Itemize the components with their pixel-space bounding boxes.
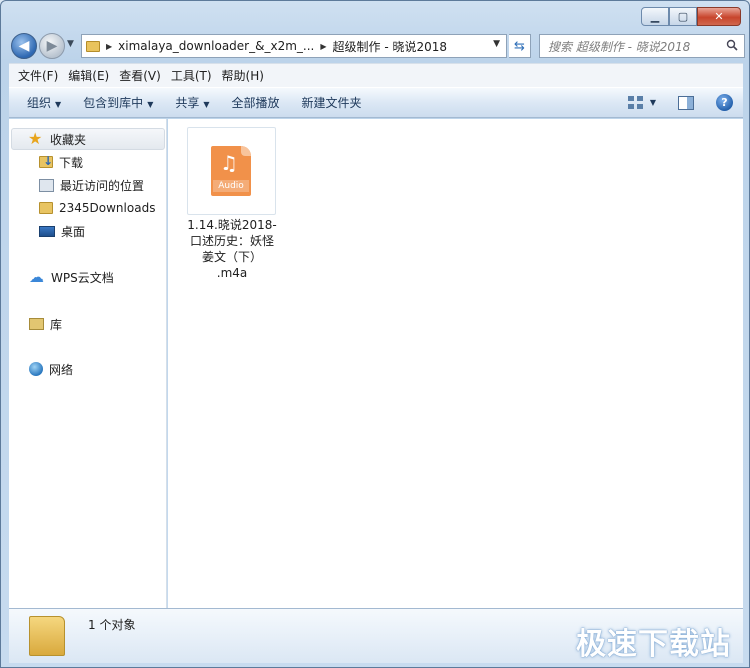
menu-edit[interactable]: 编辑(E) <box>63 67 114 84</box>
chevron-down-icon: ▼ <box>203 100 210 109</box>
address-bar[interactable]: ▶ ximalaya_downloader_&_x2m_... ▶ 超级制作 -… <box>81 34 507 58</box>
nav-2345downloads-label: 2345Downloads <box>59 201 156 215</box>
file-name[interactable]: 1.14.晓说2018- 口述历史：妖怪 姜文（下） .m4a <box>182 217 282 281</box>
play-all-button[interactable]: 全部播放 <box>224 94 288 111</box>
status-bar: 1 个对象 极速下载站 <box>9 608 743 663</box>
address-dropdown-icon[interactable]: ▼ <box>493 39 500 49</box>
desktop-icon <box>39 225 55 237</box>
back-button[interactable]: ◀ <box>11 33 37 59</box>
share-button[interactable]: 共享 ▼ <box>167 94 217 111</box>
downloads-folder-icon <box>39 154 53 168</box>
preview-pane-icon[interactable] <box>678 95 694 110</box>
forward-button[interactable]: ▶ <box>39 33 65 59</box>
include-library-button[interactable]: 包含到库中 ▼ <box>75 94 161 111</box>
recent-places-icon <box>39 178 54 192</box>
file-item[interactable]: ♫ Audio <box>187 127 276 215</box>
file-list: ♫ Audio 1.14.晓说2018- 口述历史：妖怪 姜文（下） .m4a <box>168 119 743 608</box>
folder-icon <box>39 202 53 214</box>
nav-desktop[interactable]: 桌面 <box>39 222 85 240</box>
nav-network-label: 网络 <box>49 362 74 377</box>
nav-favorites[interactable]: ★ 收藏夹 <box>11 128 165 150</box>
nav-desktop-label: 桌面 <box>61 224 86 239</box>
command-bar: 组织 ▼ 包含到库中 ▼ 共享 ▼ 全部播放 新建文件夹 ▼ ? <box>9 87 743 118</box>
explorer-window: ▁ ▢ ✕ ◀ ▶ ▼ ▶ ximalaya_downloader_&_x2m_… <box>0 0 750 668</box>
menu-file[interactable]: 文件(F) <box>13 67 63 84</box>
menu-tools[interactable]: 工具(T) <box>166 67 217 84</box>
file-name-line: .m4a <box>216 266 248 280</box>
audio-icon-label: Audio <box>218 181 244 191</box>
view-options-dropdown-icon[interactable]: ▼ <box>650 98 656 107</box>
crumb-separator-icon[interactable]: ▶ <box>106 42 112 51</box>
nav-recent-label: 最近访问的位置 <box>60 178 145 193</box>
network-icon <box>29 362 43 376</box>
change-view-icon[interactable] <box>627 95 644 110</box>
close-button[interactable]: ✕ <box>697 7 741 26</box>
help-icon[interactable]: ? <box>716 94 733 111</box>
menu-help[interactable]: 帮助(H) <box>217 67 269 84</box>
nav-library[interactable]: 库 <box>29 315 62 333</box>
cloud-icon: ☁ <box>29 268 44 286</box>
chevron-down-icon: ▼ <box>55 100 62 109</box>
nav-2345downloads[interactable]: 2345Downloads <box>39 199 155 217</box>
folder-icon <box>29 616 65 656</box>
nav-downloads[interactable]: 下载 <box>39 153 83 171</box>
search-placeholder: 搜索 超级制作 - 晓说2018 <box>548 39 691 54</box>
nav-library-label: 库 <box>50 317 63 332</box>
file-name-line: 1.14.晓说2018- <box>187 218 277 232</box>
nav-recent-places[interactable]: 最近访问的位置 <box>39 176 144 194</box>
audio-file-icon: ♫ Audio <box>211 146 251 196</box>
organize-label: 组织 <box>27 96 52 110</box>
crumb-separator-icon[interactable]: ▶ <box>320 42 326 51</box>
menu-bar: 文件(F) 编辑(E) 查看(V) 工具(T) 帮助(H) <box>9 63 743 87</box>
star-icon: ★ <box>28 129 43 148</box>
navigation-pane: ★ 收藏夹 下载 最近访问的位置 2345Downloads 桌面 ☁ WPS云… <box>9 119 167 608</box>
new-folder-button[interactable]: 新建文件夹 <box>294 94 370 111</box>
search-input[interactable]: 搜索 超级制作 - 晓说2018 <box>539 34 745 58</box>
recent-pages-dropdown[interactable]: ▼ <box>67 39 74 49</box>
share-label: 共享 <box>175 96 200 110</box>
menu-view[interactable]: 查看(V) <box>114 67 166 84</box>
library-icon <box>29 318 44 330</box>
refresh-button[interactable]: ⇆ <box>509 34 531 58</box>
nav-wps-cloud[interactable]: ☁ WPS云文档 <box>29 268 114 286</box>
nav-network[interactable]: 网络 <box>29 360 73 378</box>
include-library-label: 包含到库中 <box>83 96 144 110</box>
item-count: 1 个对象 <box>88 618 136 632</box>
nav-favorites-label: 收藏夹 <box>50 132 87 147</box>
maximize-button[interactable]: ▢ <box>669 7 697 26</box>
minimize-button[interactable]: ▁ <box>641 7 669 26</box>
watermark-logo: 极速下载站 <box>576 627 731 662</box>
caption-buttons: ▁ ▢ ✕ <box>641 7 741 26</box>
view-controls: ▼ ? <box>627 94 733 111</box>
folder-icon <box>86 40 100 52</box>
search-icon[interactable] <box>726 39 738 51</box>
file-name-line: 姜文（下） <box>201 250 262 264</box>
breadcrumb-parent[interactable]: ximalaya_downloader_&_x2m_... <box>118 39 314 53</box>
nav-downloads-label: 下载 <box>59 155 84 170</box>
navigation-row: ◀ ▶ ▼ ▶ ximalaya_downloader_&_x2m_... ▶ … <box>9 31 745 59</box>
breadcrumb-current[interactable]: 超级制作 - 晓说2018 <box>333 38 448 55</box>
file-name-line: 口述历史：妖怪 <box>189 234 274 248</box>
chevron-down-icon: ▼ <box>147 100 154 109</box>
organize-button[interactable]: 组织 ▼ <box>19 94 69 111</box>
nav-wps-cloud-label: WPS云文档 <box>51 270 114 285</box>
